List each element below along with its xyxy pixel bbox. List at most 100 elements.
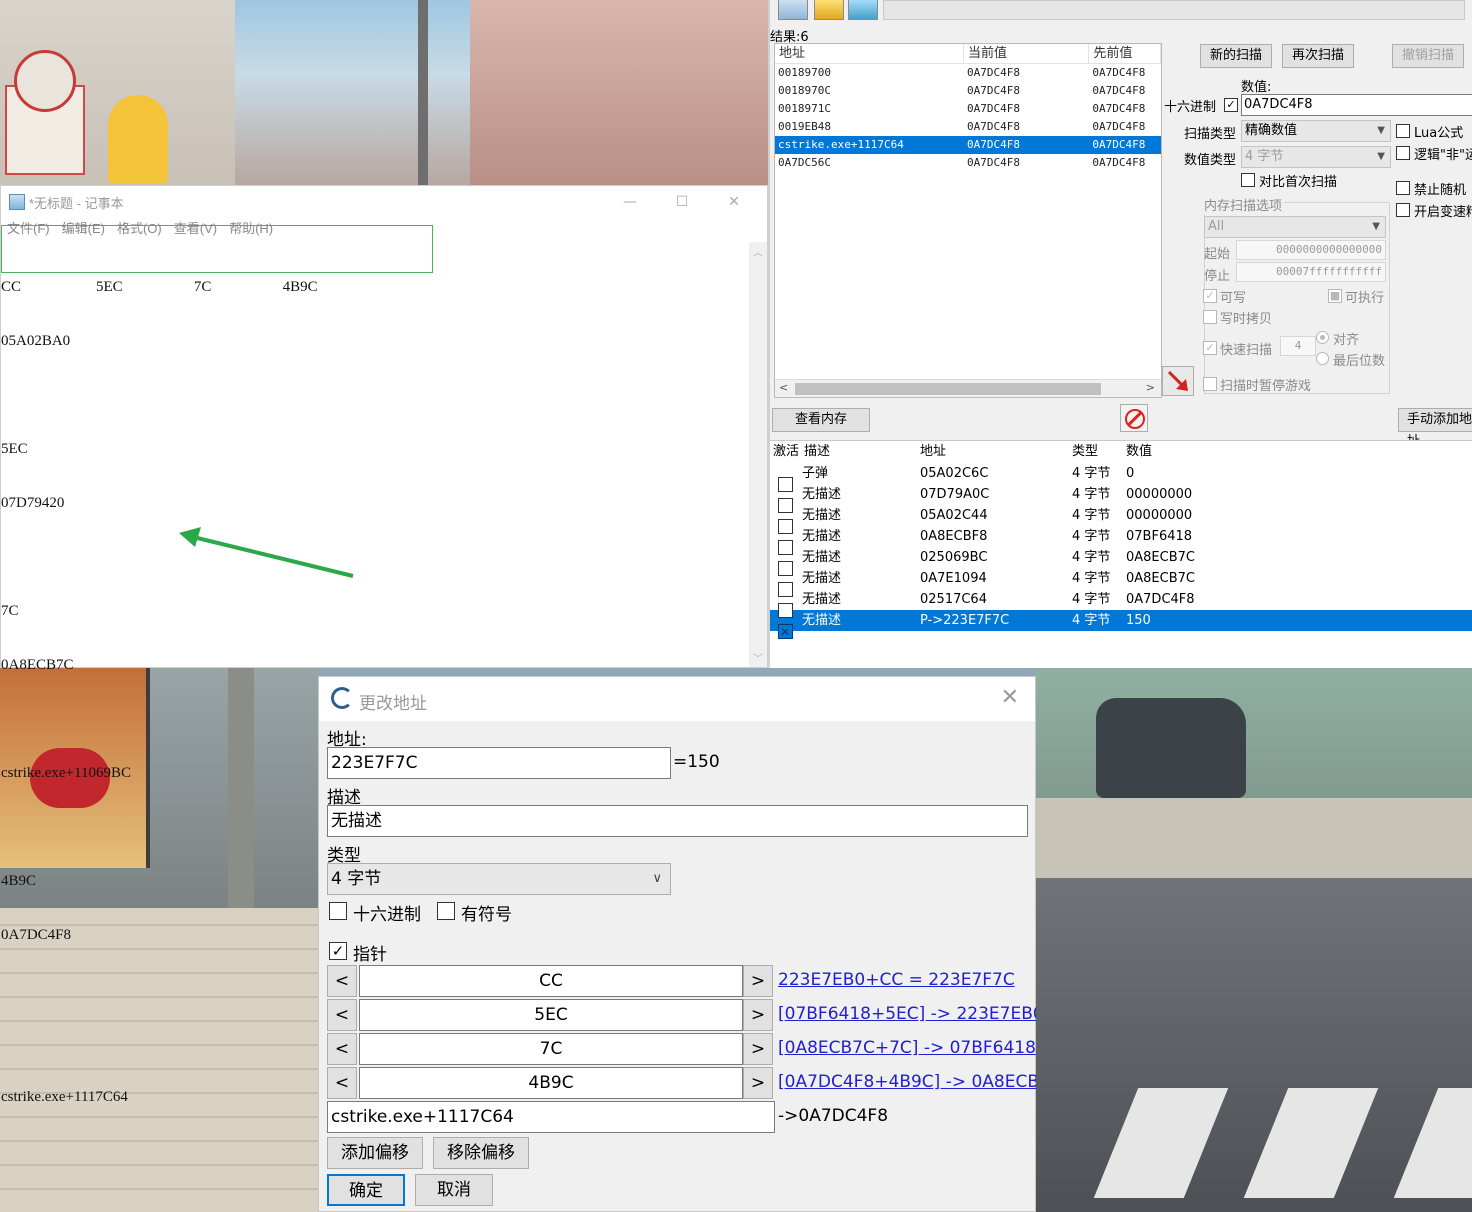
pointer-checkbox[interactable]: ✓ [329,942,347,960]
hex-checkbox[interactable]: ✓ [1224,98,1238,112]
offset-input[interactable]: 5EC [359,999,743,1031]
active-checkbox[interactable] [778,518,793,534]
not-logic-checkbox[interactable] [1396,146,1410,160]
scroll-right-icon[interactable]: > [1146,381,1155,394]
scan-row[interactable]: 00189700 0A7DC4F8 0A7DC4F8 [775,64,1161,82]
cancel-button[interactable]: 取消 [415,1174,493,1206]
column-previous[interactable]: 先前值 [1089,44,1161,63]
compare-first-checkbox[interactable] [1241,173,1255,187]
active-checkbox[interactable] [778,622,793,643]
scan-row[interactable]: 0018970C 0A7DC4F8 0A7DC4F8 [775,82,1161,100]
last-digits-radio[interactable] [1316,352,1329,365]
scan-row[interactable]: 0019EB48 0A7DC4F8 0A7DC4F8 [775,118,1161,136]
view-memory-button[interactable]: 查看内存 [772,408,870,432]
disable-random-checkbox[interactable] [1396,181,1410,195]
stop-icon[interactable] [1120,404,1148,432]
add-offset-button[interactable]: 添加偏移 [327,1137,423,1169]
active-checkbox[interactable] [778,602,793,618]
close-button[interactable]: ✕ [711,190,757,214]
remove-offset-button[interactable]: 移除偏移 [433,1137,529,1169]
active-checkbox[interactable] [778,560,793,576]
active-checkbox[interactable] [778,581,793,597]
cheat-row[interactable]: 无描述 0A8ECBF8 4 字节 07BF6418 [770,526,1472,555]
column-address[interactable]: 地址 [920,441,1072,463]
maximize-button[interactable]: ☐ [659,190,705,214]
scan-row[interactable]: 0018971C 0A7DC4F8 0A7DC4F8 [775,100,1161,118]
column-current[interactable]: 当前值 [964,44,1090,63]
offset-increment-button[interactable]: > [743,999,773,1031]
folder-open-icon[interactable] [814,0,844,20]
base-address-input[interactable]: cstrike.exe+1117C64 [327,1101,775,1133]
column-description[interactable]: 描述 [804,441,920,463]
hex-checkbox[interactable] [329,902,347,920]
column-active[interactable]: 激活 [770,441,804,463]
start-address-input[interactable]: 0000000000000000 [1236,240,1386,260]
cheat-table[interactable]: 激活 描述 地址 类型 数值 子弹 05A02C6C 4 字节 0 无描述 07D79A… [770,440,1472,668]
offset-increment-button[interactable]: > [743,1033,773,1065]
notepad-scrollbar[interactable]: ︿ ﹀ [749,242,767,667]
value-type-select[interactable]: 4 字节 ▼ [1241,146,1391,168]
add-to-list-button[interactable] [1162,366,1194,396]
column-address[interactable]: 地址 [775,44,965,63]
minimize-button[interactable]: — [607,190,653,214]
next-scan-button[interactable]: 再次扫描 [1282,44,1354,68]
cheat-row[interactable]: 无描述 07D79A0C 4 字节 00000000 [770,484,1472,513]
description-input[interactable]: 无描述 [327,805,1028,837]
active-checkbox[interactable] [778,539,793,555]
offset-decrement-button[interactable]: < [327,999,357,1031]
offset-increment-button[interactable]: > [743,965,773,997]
scroll-down-icon[interactable]: ﹀ [753,650,763,665]
cheat-row-selected[interactable]: 无描述 P->223E7F7C 4 字节 150 [770,610,1472,643]
memory-region-select[interactable]: All ▼ [1204,216,1386,238]
cheat-row[interactable]: 无描述 0A7E1094 4 字节 0A8ECB7C [770,568,1472,597]
cheat-row[interactable]: 无描述 05A02C44 4 字节 00000000 [770,505,1472,534]
save-icon[interactable] [848,0,878,20]
scroll-thumb[interactable] [795,383,1101,395]
offset-result-link[interactable]: [0A8ECB7C+7C] -> 07BF6418 [778,1038,1036,1058]
scan-list-hscrollbar[interactable]: < > [775,379,1161,397]
scan-row-selected[interactable]: cstrike.exe+1117C64 0A7DC4F8 0A7DC4F8 [775,136,1161,154]
lua-formula-checkbox[interactable] [1396,124,1410,138]
notepad-text-area[interactable]: CC 5EC 7C 4B9C 05A02BA0 5EC 07D79420 7C … [1,242,749,1105]
offset-result-link[interactable]: [07BF6418+5EC] -> 223E7EB0 [778,1004,1036,1024]
scan-type-select[interactable]: 精确数值 ▼ [1241,120,1391,142]
offset-increment-button[interactable]: > [743,1067,773,1099]
copy-on-write-checkbox[interactable] [1203,310,1217,324]
ok-button[interactable]: 确定 [327,1174,405,1206]
cheat-row[interactable]: 无描述 02517C64 4 字节 0A7DC4F8 [770,589,1472,618]
pause-game-checkbox[interactable] [1203,377,1217,391]
column-value[interactable]: 数值 [1126,441,1276,463]
scan-row[interactable]: 0A7DC56C 0A7DC4F8 0A7DC4F8 [775,154,1161,172]
offset-input[interactable]: 7C [359,1033,743,1065]
offset-decrement-button[interactable]: < [327,1067,357,1099]
offset-result-link[interactable]: 223E7EB0+CC = 223E7F7C [778,970,1036,990]
fast-scan-checkbox[interactable]: ✓ [1203,341,1217,355]
writable-checkbox[interactable]: ✓ [1203,289,1217,303]
scroll-up-icon[interactable]: ︿ [753,244,763,259]
stop-address-input[interactable]: 00007fffffffffff [1236,262,1386,282]
dialog-titlebar[interactable]: 更改地址 ✕ [319,677,1035,721]
offset-input[interactable]: 4B9C [359,1067,743,1099]
scan-value-input[interactable]: 0A7DC4F8 [1241,94,1472,116]
fast-scan-input[interactable]: 4 [1280,336,1316,356]
new-scan-button[interactable]: 新的扫描 [1200,44,1272,68]
cheat-row[interactable]: 子弹 05A02C6C 4 字节 0 [770,463,1472,492]
active-checkbox[interactable] [778,497,793,513]
speedhack-checkbox[interactable] [1396,203,1410,217]
close-icon[interactable]: ✕ [1001,685,1019,710]
scan-result-list[interactable]: 地址 当前值 先前值 00189700 0A7DC4F8 0A7DC4F8 0018… [774,43,1162,398]
offset-decrement-button[interactable]: < [327,965,357,997]
manual-add-address-button[interactable]: 手动添加地址 [1398,408,1472,449]
offset-result-link[interactable]: [0A7DC4F8+4B9C] -> 0A8ECB7C [778,1072,1036,1092]
cheat-row[interactable]: 无描述 025069BC 4 字节 0A8ECB7C [770,547,1472,576]
computer-icon[interactable] [778,0,808,20]
signed-checkbox[interactable] [437,902,455,920]
undo-scan-button[interactable]: 撤销扫描 [1392,44,1464,68]
offset-input[interactable]: CC [359,965,743,997]
offset-decrement-button[interactable]: < [327,1033,357,1065]
align-radio[interactable] [1316,331,1329,344]
executable-checkbox[interactable]: ■ [1328,289,1342,303]
address-input[interactable]: 223E7F7C [327,747,671,779]
active-checkbox[interactable] [778,476,793,492]
scroll-left-icon[interactable]: < [779,381,788,394]
